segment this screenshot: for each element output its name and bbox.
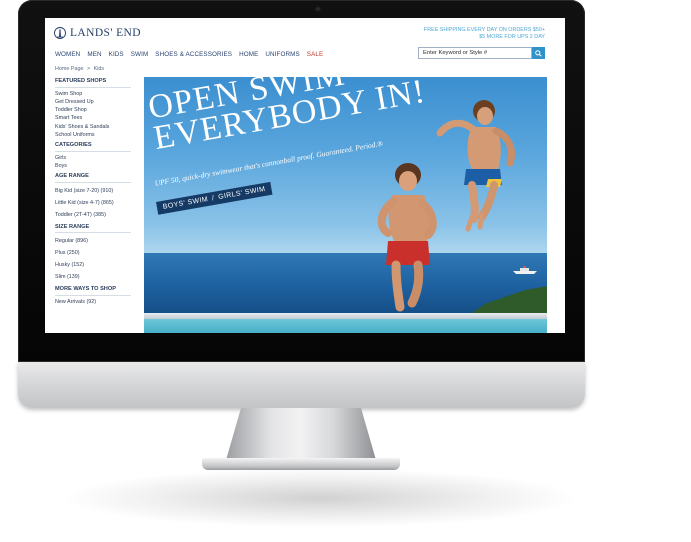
sidebar-item-toddler[interactable]: Toddler (2T-4T) (385): [55, 209, 131, 221]
sidebar-item-school-uniforms[interactable]: School Uniforms: [55, 131, 131, 139]
more-ways-heading: MORE WAYS TO SHOP: [55, 286, 131, 296]
nav-home[interactable]: HOME: [239, 51, 258, 58]
camera-icon: [315, 6, 321, 12]
cta-separator: /: [211, 194, 216, 203]
sidebar-item-regular[interactable]: Regular (896): [55, 235, 131, 247]
featured-shops: FEATURED SHOPS Swim Shop Get Dressed Up …: [55, 78, 131, 139]
sidebar-item-kids-shoes[interactable]: Kids' Shoes & Sandals: [55, 123, 131, 131]
hero-cta: BOYS' SWIM / GIRLS' SWIM: [156, 181, 273, 215]
sidebar-item-husky[interactable]: Husky (152): [55, 259, 131, 271]
nav-shoes-accessories[interactable]: SHOES & ACCESSORIES: [155, 51, 232, 58]
sidebar-item-get-dressed-up[interactable]: Get Dressed Up: [55, 98, 131, 106]
brand-name: LANDS' END: [70, 27, 141, 39]
size-range: SIZE RANGE Regular (896) Plus (250) Husk…: [55, 224, 131, 284]
sidebar-item-boys[interactable]: Boys: [55, 162, 131, 170]
nav-kids[interactable]: KIDS: [109, 51, 124, 58]
nav-men[interactable]: MEN: [87, 51, 101, 58]
categories-heading: CATEGORIES: [55, 142, 131, 152]
shipping-promo[interactable]: FREE SHIPPING EVERY DAY ON ORDERS $50+ $…: [424, 27, 545, 41]
nav-women[interactable]: WOMEN: [55, 51, 80, 58]
promo-line-1: FREE SHIPPING EVERY DAY ON ORDERS $50+: [423, 27, 545, 33]
brand-logo[interactable]: LANDS' END: [54, 26, 141, 40]
boys-swim-link[interactable]: BOYS' SWIM: [162, 196, 208, 211]
monitor-chin: [18, 362, 585, 408]
nav-swim[interactable]: SWIM: [131, 51, 149, 58]
size-range-heading: SIZE RANGE: [55, 224, 131, 234]
sidebar-item-slim[interactable]: Slim (139): [55, 271, 131, 283]
main-nav: WOMEN MEN KIDS SWIM SHOES & ACCESSORIES …: [55, 51, 323, 58]
monitor-stand: [226, 408, 376, 460]
sidebar-item-swim-shop[interactable]: Swim Shop: [55, 90, 131, 98]
categories: CATEGORIES Girls Boys: [55, 142, 131, 170]
girls-swim-link[interactable]: GIRLS' SWIM: [218, 186, 266, 201]
search-icon: [535, 49, 542, 57]
nav-uniforms[interactable]: UNIFORMS: [265, 51, 299, 58]
pool-water: [144, 319, 547, 333]
sidebar: Home Page > Kids FEATURED SHOPS Swim Sho…: [55, 66, 131, 309]
sidebar-item-little-kid[interactable]: Little Kid (size 4-7) (865): [55, 197, 131, 209]
age-range: AGE RANGE Big Kid (size 7-20) (910) Litt…: [55, 173, 131, 221]
lighthouse-icon: [54, 27, 66, 39]
breadcrumb-current: Kids: [93, 66, 105, 72]
sidebar-item-plus[interactable]: Plus (250): [55, 247, 131, 259]
hero-banner[interactable]: OPEN SWIM EVERYBODY IN! UPF 50, quick-dr…: [144, 77, 547, 333]
sidebar-item-girls[interactable]: Girls: [55, 154, 131, 162]
sidebar-item-smart-tees[interactable]: Smart Tees: [55, 114, 131, 122]
search-input[interactable]: [418, 47, 532, 59]
more-ways-to-shop: MORE WAYS TO SHOP New Arrivals (92): [55, 286, 131, 306]
sidebar-item-big-kid[interactable]: Big Kid (size 7-20) (910): [55, 185, 131, 197]
breadcrumb-home[interactable]: Home Page: [55, 66, 83, 72]
nav-sale[interactable]: SALE: [307, 51, 324, 58]
boat-graphic: [513, 266, 537, 274]
breadcrumb-separator: >: [86, 66, 91, 72]
breadcrumb: Home Page > Kids: [55, 66, 131, 72]
monitor-shadow: [60, 468, 580, 528]
search-button[interactable]: [532, 47, 545, 59]
sidebar-item-new-arrivals[interactable]: New Arrivals (92): [55, 298, 131, 306]
promo-line-2: $5 MORE FOR UPS 2 DAY: [479, 34, 545, 40]
website-screen: LANDS' END WOMEN MEN KIDS SWIM SHOES & A…: [45, 18, 565, 333]
monitor-stand-base: [202, 458, 400, 470]
kid-cannonball-graphic: [377, 163, 437, 312]
sidebar-item-toddler-shop[interactable]: Toddler Shop: [55, 106, 131, 114]
featured-shops-heading: FEATURED SHOPS: [55, 78, 131, 88]
age-range-heading: AGE RANGE: [55, 173, 131, 183]
